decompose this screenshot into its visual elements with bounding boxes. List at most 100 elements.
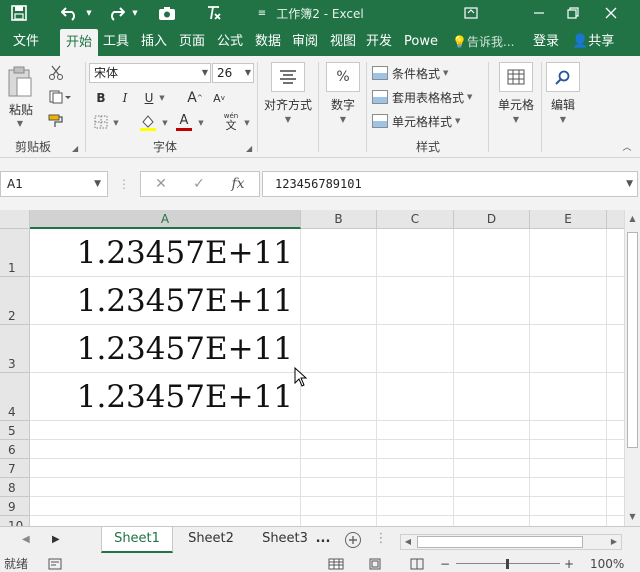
font-color-dropdown-icon[interactable]: ▼: [196, 116, 206, 130]
insert-function-icon[interactable]: fx: [226, 171, 250, 197]
tab-review[interactable]: 审阅: [288, 30, 322, 54]
row-header-6[interactable]: 6: [0, 440, 30, 459]
enter-icon[interactable]: ✓: [188, 171, 210, 197]
camera-icon[interactable]: [156, 3, 178, 23]
decrease-font-icon[interactable]: Av: [210, 89, 228, 107]
prev-sheet-icon[interactable]: ◀: [22, 534, 30, 545]
copy-icon[interactable]: [46, 88, 74, 106]
number-button[interactable]: % 数字 ▼: [324, 62, 362, 124]
row-header-4[interactable]: 4: [0, 373, 30, 421]
zoom-level[interactable]: 100%: [590, 556, 624, 572]
format-as-table-button[interactable]: 套用表格格式 ▼: [372, 87, 472, 107]
tab-page-layout[interactable]: 页面: [174, 30, 210, 54]
cell-a3[interactable]: 1.23457E+11: [30, 331, 301, 367]
font-size-select[interactable]: 26 ▼: [212, 63, 254, 83]
increase-font-icon[interactable]: A ^: [186, 89, 204, 107]
cell-a1[interactable]: 1.23457E+11: [30, 235, 301, 271]
column-header-f[interactable]: [607, 210, 624, 229]
undo-dropdown-icon[interactable]: ▼: [84, 3, 94, 23]
select-all-corner[interactable]: [0, 210, 30, 229]
row-header-8[interactable]: 8: [0, 478, 30, 497]
column-header-a[interactable]: A: [30, 210, 301, 229]
paste-label[interactable]: 粘贴: [6, 102, 36, 117]
fill-color-icon[interactable]: [138, 112, 158, 132]
add-sheet-icon[interactable]: [342, 527, 364, 553]
column-header-b[interactable]: B: [301, 210, 377, 229]
font-name-select[interactable]: 宋体 ▼: [89, 63, 211, 83]
row-header-1[interactable]: 1: [0, 229, 30, 277]
tab-developer[interactable]: 开发: [362, 30, 396, 54]
row-header-3[interactable]: 3: [0, 325, 30, 373]
redo-dropdown-icon[interactable]: ▼: [130, 3, 140, 23]
clipboard-launcher-icon[interactable]: ◢: [72, 144, 78, 153]
next-sheet-icon[interactable]: ▶: [52, 534, 60, 545]
bold-icon[interactable]: B: [93, 89, 109, 107]
scroll-left-icon[interactable]: ◀: [401, 535, 415, 549]
cell-a4[interactable]: 1.23457E+11: [30, 379, 301, 415]
tab-insert[interactable]: 插入: [138, 30, 170, 54]
editing-button[interactable]: 编辑 ▼: [544, 62, 582, 124]
cancel-icon[interactable]: ✕: [150, 171, 172, 197]
worksheet-grid[interactable]: A B C D E 1 2 3 4 5 6 7 8 9 10 1.23457E+…: [0, 210, 624, 526]
share-button[interactable]: 👤共享: [572, 30, 614, 54]
alignment-button[interactable]: 对齐方式 ▼: [262, 62, 314, 124]
cell-a2[interactable]: 1.23457E+11: [30, 283, 301, 319]
login-link[interactable]: 登录: [533, 30, 559, 54]
tab-formulas[interactable]: 公式: [214, 30, 246, 54]
font-launcher-icon[interactable]: ◢: [246, 144, 252, 153]
cell-styles-button[interactable]: 单元格样式 ▼: [372, 111, 460, 131]
tab-home[interactable]: 开始: [60, 29, 98, 56]
italic-icon[interactable]: I: [117, 89, 133, 107]
tab-data[interactable]: 数据: [252, 30, 284, 54]
cut-icon[interactable]: [46, 64, 66, 82]
underline-icon[interactable]: U: [141, 89, 157, 107]
tab-power[interactable]: Powe: [402, 30, 440, 54]
row-header-10[interactable]: 10: [0, 516, 30, 526]
sheet-tab-sheet3[interactable]: Sheet3: [250, 527, 320, 553]
tab-file[interactable]: 文件: [6, 30, 46, 54]
row-header-2[interactable]: 2: [0, 277, 30, 325]
row-header-5[interactable]: 5: [0, 421, 30, 440]
undo-icon[interactable]: [58, 3, 82, 23]
name-box[interactable]: A1 ▼: [0, 171, 108, 197]
font-color-icon[interactable]: A: [174, 112, 194, 132]
zoom-out-icon[interactable]: −: [440, 556, 450, 572]
normal-view-icon[interactable]: [328, 556, 344, 572]
scroll-right-icon[interactable]: ▶: [607, 535, 621, 549]
tab-tools[interactable]: 工具: [100, 30, 132, 54]
customize-qa-icon[interactable]: ≡: [254, 3, 270, 23]
restore-icon[interactable]: [556, 0, 590, 26]
more-sheets-button[interactable]: ...: [314, 527, 332, 553]
scroll-up-icon[interactable]: ▲: [625, 212, 640, 226]
underline-dropdown-icon[interactable]: ▼: [157, 91, 167, 105]
tab-split-icon[interactable]: ⋮: [374, 527, 388, 553]
ribbon-display-icon[interactable]: [454, 0, 488, 26]
phonetic-icon[interactable]: wén 文: [220, 110, 242, 134]
clear-format-icon[interactable]: [204, 3, 224, 23]
horizontal-scroll-thumb[interactable]: [417, 536, 583, 548]
macro-record-icon[interactable]: [48, 556, 62, 572]
format-painter-icon[interactable]: [46, 112, 66, 130]
redo-icon[interactable]: [104, 3, 128, 23]
save-icon[interactable]: [8, 3, 30, 23]
formula-input[interactable]: 123456789101 ▼: [262, 171, 638, 197]
column-header-e[interactable]: E: [530, 210, 607, 229]
fill-color-dropdown-icon[interactable]: ▼: [160, 116, 170, 130]
zoom-slider[interactable]: [456, 556, 560, 572]
page-layout-view-icon[interactable]: [368, 556, 382, 572]
sheet-tab-sheet2[interactable]: Sheet2: [176, 527, 246, 553]
border-dropdown-icon[interactable]: ▼: [111, 116, 121, 130]
tell-me-box[interactable]: 💡告诉我...: [452, 30, 514, 54]
page-break-view-icon[interactable]: [410, 556, 424, 572]
paste-icon[interactable]: [6, 64, 34, 100]
collapse-ribbon-icon[interactable]: ︿: [620, 140, 634, 153]
column-header-c[interactable]: C: [377, 210, 454, 229]
horizontal-scrollbar[interactable]: ◀ ▶: [400, 534, 622, 550]
row-header-7[interactable]: 7: [0, 459, 30, 478]
row-header-9[interactable]: 9: [0, 497, 30, 516]
close-icon[interactable]: [594, 0, 628, 26]
column-header-d[interactable]: D: [454, 210, 530, 229]
phonetic-dropdown-icon[interactable]: ▼: [242, 116, 252, 130]
vertical-scroll-thumb[interactable]: [627, 232, 638, 448]
tab-view[interactable]: 视图: [326, 30, 360, 54]
